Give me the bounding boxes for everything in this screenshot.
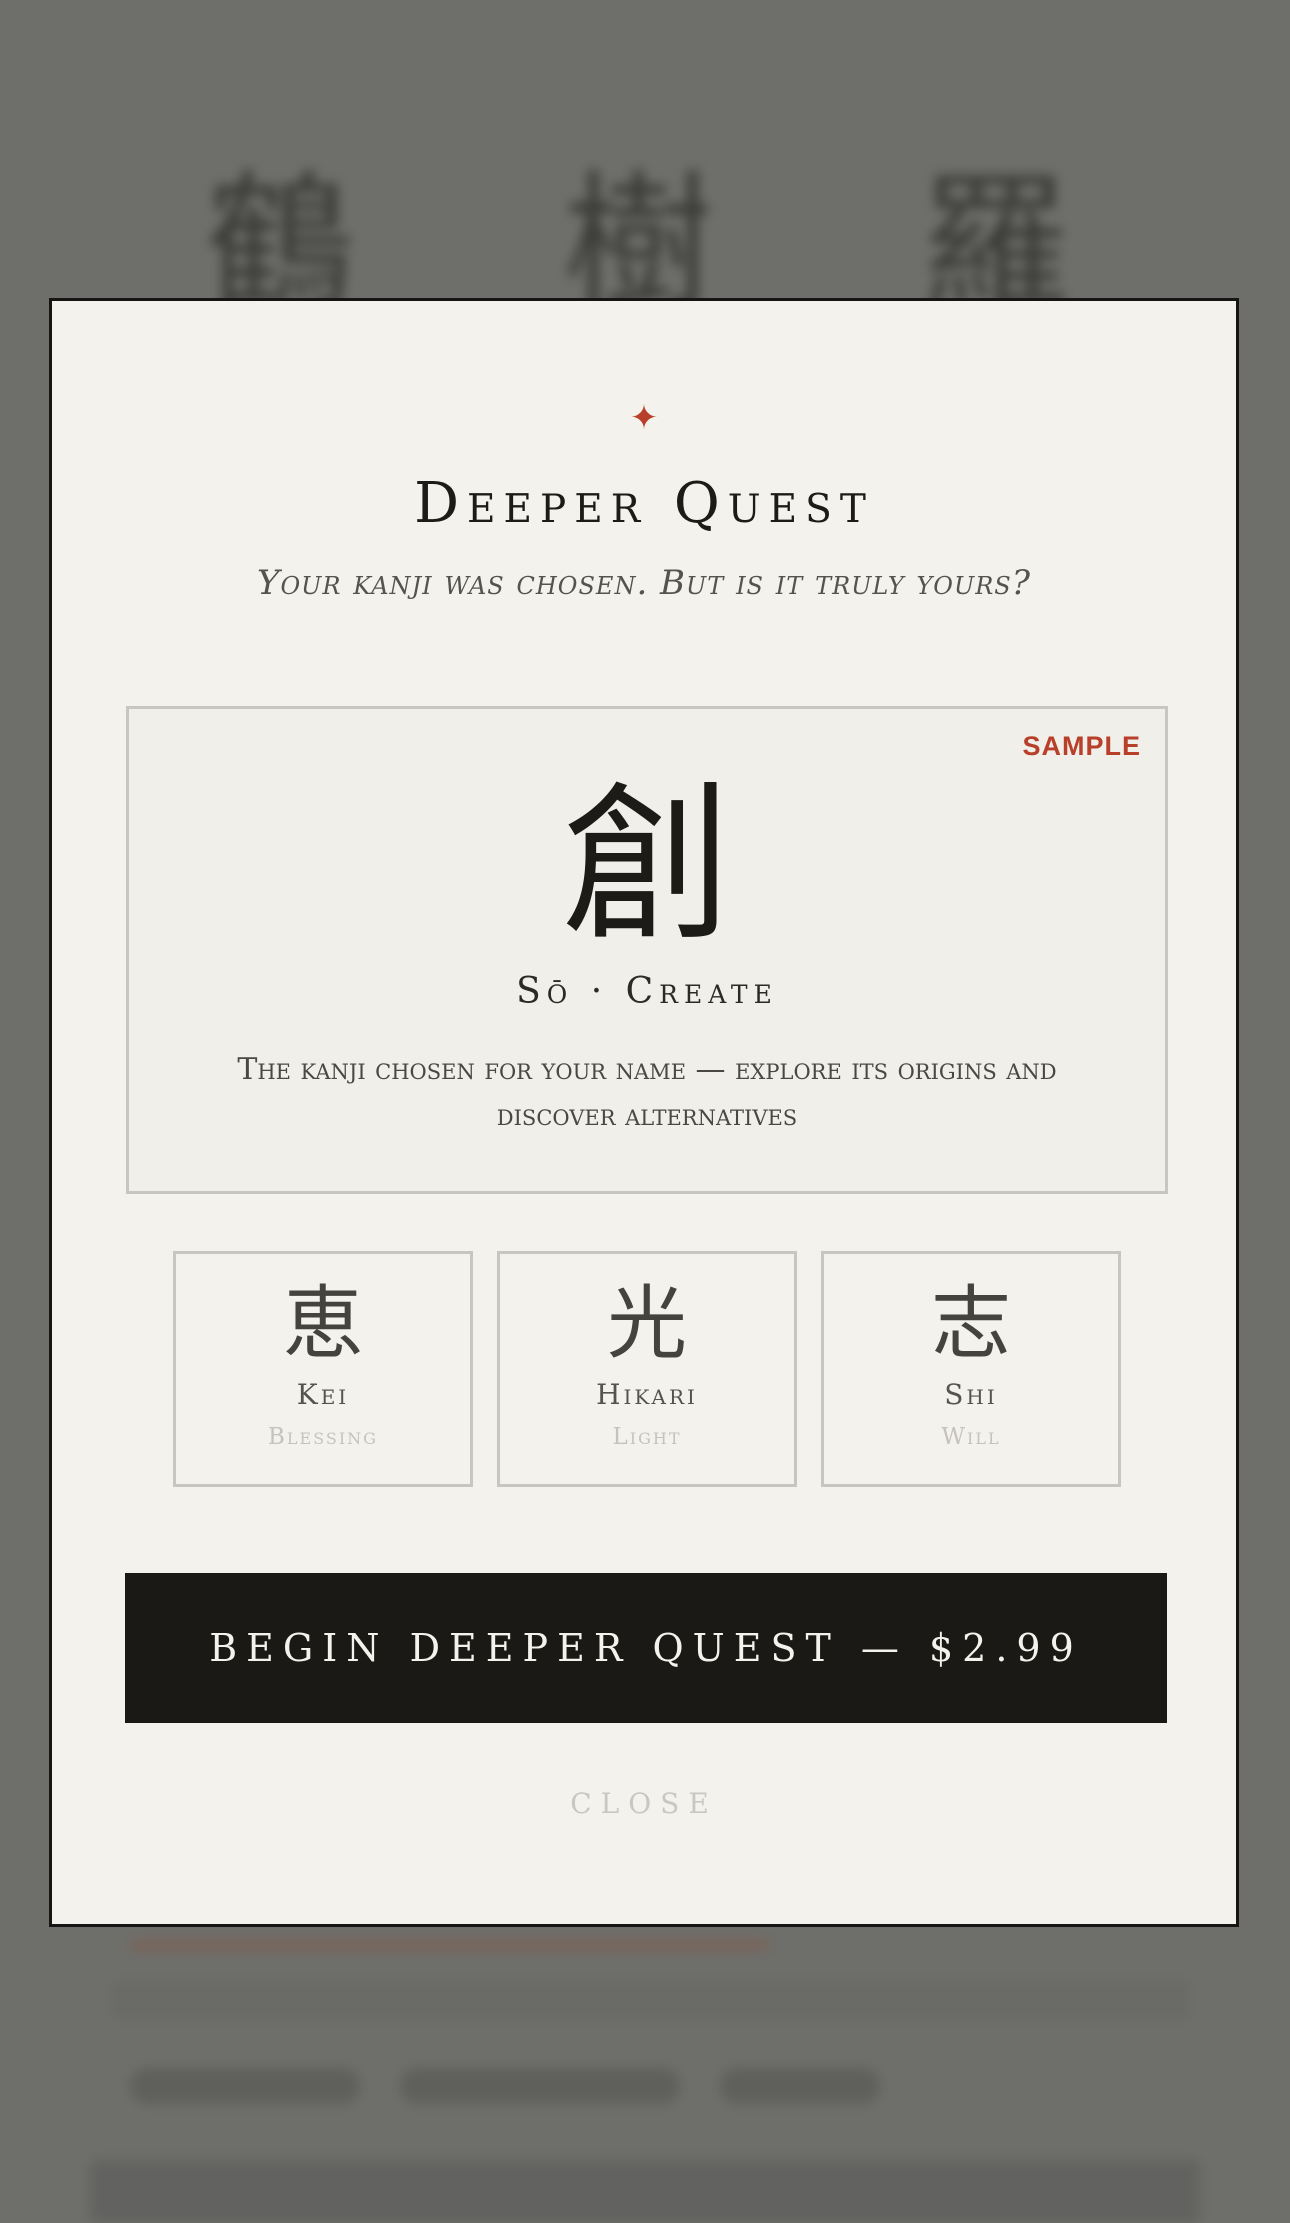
alternative-meaning: Blessing xyxy=(268,1424,378,1450)
background-chip xyxy=(400,2068,680,2104)
alternative-kanji: 恵 xyxy=(283,1277,363,1370)
alternative-reading: Hikari xyxy=(596,1378,698,1411)
background-chip xyxy=(130,2068,360,2104)
alternative-reading: Kei xyxy=(296,1378,350,1411)
sample-badge: SAMPLE xyxy=(1022,731,1141,761)
alternative-kanji-card[interactable]: 光 Hikari Light xyxy=(497,1251,797,1487)
alternative-reading: Shi xyxy=(944,1378,998,1411)
alternative-meaning: Will xyxy=(941,1424,1001,1450)
main-kanji-description: The kanji chosen for your name — explore… xyxy=(237,1052,1057,1133)
begin-deeper-quest-button[interactable]: BEGIN DEEPER QUEST — $2.99 xyxy=(125,1573,1167,1723)
alternative-kanji: 志 xyxy=(931,1277,1011,1370)
star-ornament-icon: ✦ xyxy=(629,398,659,438)
background-panel xyxy=(110,1980,1190,2020)
deeper-quest-modal: ✦ Deeper Quest Your kanji was chosen. Bu… xyxy=(49,298,1239,1927)
modal-title: Deeper Quest xyxy=(414,471,874,536)
background-divider xyxy=(130,1940,770,1950)
main-kanji-reading: Sō · Create xyxy=(516,971,778,1012)
modal-subtitle: Your kanji was chosen. But is it truly y… xyxy=(257,563,1031,603)
alternative-meaning: Light xyxy=(612,1424,682,1450)
background-footer xyxy=(90,2160,1200,2223)
alternative-kanji-card[interactable]: 志 Shi Will xyxy=(821,1251,1121,1487)
close-button[interactable]: CLOSE xyxy=(52,1787,1236,1820)
background-chip xyxy=(720,2068,880,2104)
alternative-kanji-card[interactable]: 恵 Kei Blessing xyxy=(173,1251,473,1487)
main-kanji: 創 xyxy=(561,767,732,965)
sample-kanji-card: SAMPLE 創 Sō · Create The kanji chosen fo… xyxy=(126,706,1168,1194)
alternative-kanji: 光 xyxy=(607,1277,687,1370)
